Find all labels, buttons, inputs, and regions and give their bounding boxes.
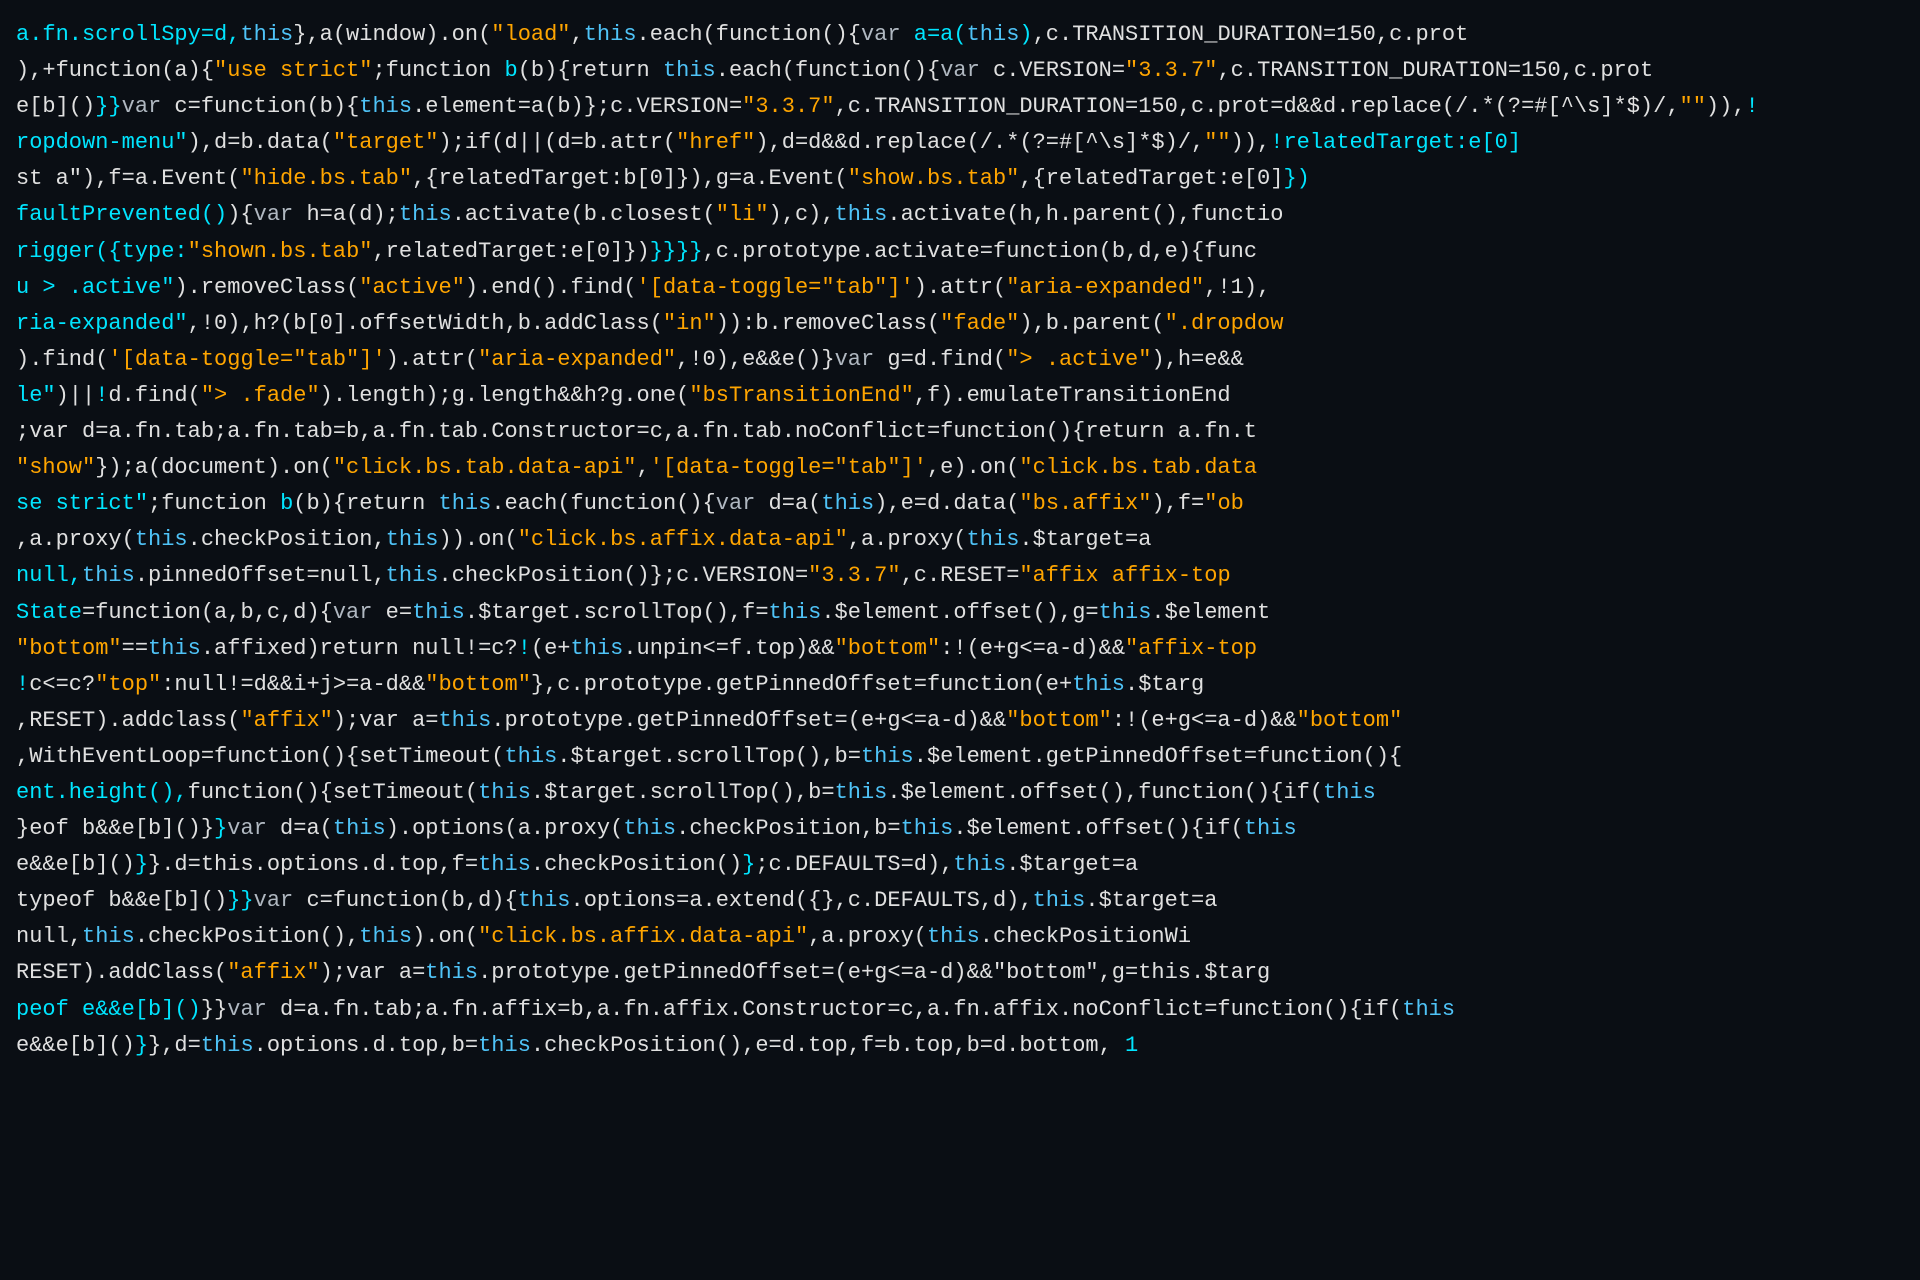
code-line: ),+function(a){"use strict";function b(b… <box>16 54 1904 88</box>
code-line: peof e&&e[b]()}}var d=a.fn.tab;a.fn.affi… <box>16 993 1904 1027</box>
code-line: ,RESET).addclass("affix");var a=this.pro… <box>16 704 1904 738</box>
code-line: RESET).addClass("affix");var a=this.prot… <box>16 956 1904 990</box>
code-line: ria-expanded",!0),h?(b[0].offsetWidth,b.… <box>16 307 1904 341</box>
code-line: e&&e[b]()}}.d=this.options.d.top,f=this.… <box>16 848 1904 882</box>
code-line: }eof b&&e[b]()}}var d=a(this).options(a.… <box>16 812 1904 846</box>
code-line: "bottom"==this.affixed)return null!=c?!(… <box>16 632 1904 666</box>
code-line: ;var d=a.fn.tab;a.fn.tab=b,a.fn.tab.Cons… <box>16 415 1904 449</box>
code-line: null,this.pinnedOffset=null,this.checkPo… <box>16 559 1904 593</box>
code-line: typeof b&&e[b]()}}var c=function(b,d){th… <box>16 884 1904 918</box>
code-line: e&&e[b]()}},d=this.options.d.top,b=this.… <box>16 1029 1904 1063</box>
code-line: le")||!d.find("> .fade").length);g.lengt… <box>16 379 1904 413</box>
code-line: rigger({type:"shown.bs.tab",relatedTarge… <box>16 235 1904 269</box>
code-line: ent.height(),function(){setTimeout(this.… <box>16 776 1904 810</box>
code-line: "show"});a(document).on("click.bs.tab.da… <box>16 451 1904 485</box>
code-line: ,WithEventLoop=function(){setTimeout(thi… <box>16 740 1904 774</box>
code-line: a.fn.scrollSpy=d,this},a(window).on("loa… <box>16 18 1904 52</box>
code-line: faultPrevented()){var h=a(d);this.activa… <box>16 198 1904 232</box>
code-line: st a"),f=a.Event("hide.bs.tab",{relatedT… <box>16 162 1904 196</box>
code-line: se strict";function b(b){return this.eac… <box>16 487 1904 521</box>
code-line: ).find('[data-toggle="tab"]').attr("aria… <box>16 343 1904 377</box>
code-line: null,this.checkPosition(),this).on("clic… <box>16 920 1904 954</box>
code-display: a.fn.scrollSpy=d,this},a(window).on("loa… <box>0 10 1920 1270</box>
code-line: e[b]()}}var c=function(b){this.element=a… <box>16 90 1904 124</box>
code-line: ropdown-menu"),d=b.data("target");if(d||… <box>16 126 1904 160</box>
code-line: State=function(a,b,c,d){var e=this.$targ… <box>16 596 1904 630</box>
code-line: u > .active").removeClass("active").end(… <box>16 271 1904 305</box>
code-line: ,a.proxy(this.checkPosition,this)).on("c… <box>16 523 1904 557</box>
code-line: !c<=c?"top":null!=d&&i+j>=a-d&&"bottom"}… <box>16 668 1904 702</box>
